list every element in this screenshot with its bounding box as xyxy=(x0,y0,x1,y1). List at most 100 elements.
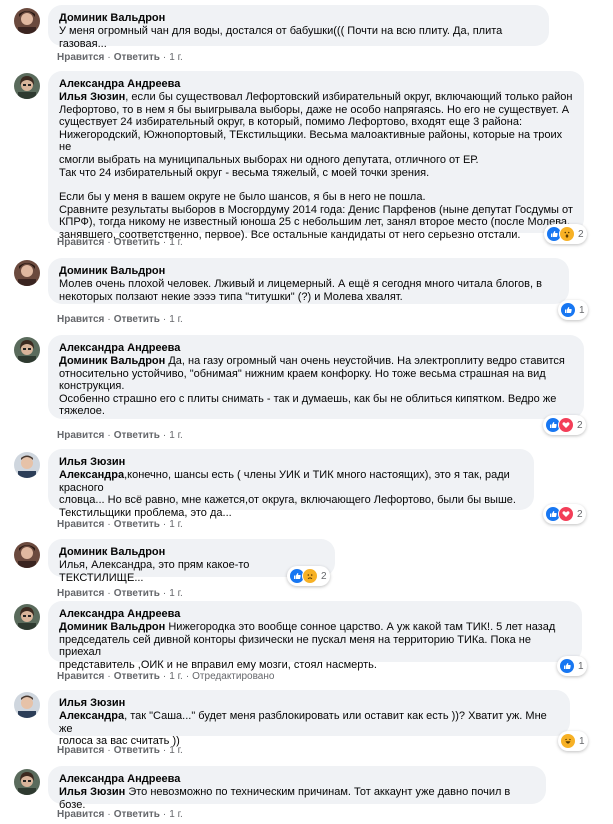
reply-link[interactable]: Ответить xyxy=(114,314,160,325)
like-link[interactable]: Нравится xyxy=(57,430,104,441)
timestamp[interactable]: 1 г. xyxy=(169,237,183,248)
reaction-summary[interactable]: 2 xyxy=(287,566,330,586)
avatar-image-icon xyxy=(14,452,40,478)
comment-author[interactable]: Доминик Вальдрон xyxy=(59,11,538,25)
reaction-summary[interactable]: 2 xyxy=(543,415,586,435)
timestamp[interactable]: 1 г. xyxy=(169,430,183,441)
comment-text: Илья Зюзин, если бы существовал Лефортов… xyxy=(59,91,573,242)
comment-bubble: Александра Андреева Доминик Вальдрон Ниж… xyxy=(48,601,582,671)
comment-text: Александра,конечно, шансы есть ( члены У… xyxy=(59,469,523,519)
avatar[interactable] xyxy=(14,769,40,795)
text-line: Нижегородский, Южнопортовый, ТЕкстильщик… xyxy=(59,128,563,154)
mention[interactable]: Илья Зюзин xyxy=(59,786,125,798)
like-link[interactable]: Нравится xyxy=(57,745,104,756)
comment-author[interactable]: Илья Зюзин xyxy=(59,455,523,469)
comment-author[interactable]: Александра Андреева xyxy=(59,341,573,355)
timestamp[interactable]: 1 г. xyxy=(169,519,183,530)
comment-author[interactable]: Доминик Вальдрон xyxy=(59,264,558,278)
reaction-summary[interactable]: 2 xyxy=(543,504,586,524)
avatar-image-icon xyxy=(14,604,40,630)
reaction-summary[interactable]: 2 xyxy=(544,224,587,244)
mention[interactable]: Доминик Вальдрон xyxy=(59,355,165,367)
reaction-summary[interactable]: 1 xyxy=(558,731,588,751)
avatar-image-icon xyxy=(14,8,40,34)
comment-author[interactable]: Александра Андреева xyxy=(59,772,535,786)
text-line: некоторых ползают некие ээээ типа "титуш… xyxy=(59,290,403,303)
reply-link[interactable]: Ответить xyxy=(114,588,160,599)
text-line: Доминик Вальдрон Нижегородка это вообще … xyxy=(59,621,556,633)
text-line: относительно устойчиво, "обнимая" нижним… xyxy=(59,367,546,380)
edited-label[interactable]: Отредактировано xyxy=(192,671,274,682)
avatar[interactable] xyxy=(14,260,40,286)
avatar[interactable] xyxy=(14,337,40,363)
reaction-summary[interactable]: 1 xyxy=(558,300,588,320)
text-line: конструкция. xyxy=(59,380,125,393)
like-link[interactable]: Нравится xyxy=(57,671,104,682)
like-link[interactable]: Нравится xyxy=(57,519,104,530)
comment-actions: Нравится · Ответить · 1 г. xyxy=(57,314,183,325)
avatar[interactable] xyxy=(14,452,40,478)
haha-reaction-icon xyxy=(560,733,576,749)
mention[interactable]: Александра xyxy=(59,710,124,722)
comment-actions: Нравится · Ответить · 1 г. xyxy=(57,519,183,530)
comment-author[interactable]: Александра Андреева xyxy=(59,607,571,621)
timestamp[interactable]: 1 г. xyxy=(169,314,183,325)
mention[interactable]: Доминик Вальдрон xyxy=(59,621,165,633)
like-link[interactable]: Нравится xyxy=(57,237,104,248)
comment-bubble: Александра Андреева Илья Зюзин Это невоз… xyxy=(48,766,546,811)
avatar-image-icon xyxy=(14,542,40,568)
comment-author[interactable]: Илья Зюзин xyxy=(59,696,559,710)
timestamp[interactable]: 1 г. xyxy=(169,809,183,820)
text-line: словца... Но всё равно, мне кажется,от о… xyxy=(59,494,516,507)
text-line: председатель сей дивной конторы физическ… xyxy=(59,633,531,659)
reaction-count: 2 xyxy=(577,508,583,520)
text-line: Илья Зюзин Это невозможно по техническим… xyxy=(59,786,511,811)
reply-link[interactable]: Ответить xyxy=(114,52,160,63)
reaction-count: 1 xyxy=(579,735,585,747)
comment-actions: Нравится · Ответить · 1 г. xyxy=(57,237,183,248)
sad-reaction-icon xyxy=(302,568,318,584)
comment-author[interactable]: Александра Андреева xyxy=(59,77,573,91)
text-line: Если бы у меня в вашем округе не было ша… xyxy=(59,191,426,204)
avatar[interactable] xyxy=(14,542,40,568)
timestamp[interactable]: 1 г. xyxy=(169,745,183,756)
comment-author[interactable]: Доминик Вальдрон xyxy=(59,545,324,559)
mention[interactable]: Илья Зюзин xyxy=(59,91,125,103)
like-link[interactable]: Нравится xyxy=(57,52,104,63)
comment-bubble: Илья Зюзин Александра,конечно, шансы ест… xyxy=(48,449,534,519)
text-line: Молев очень плохой человек. Лживый и лиц… xyxy=(59,278,542,290)
reply-link[interactable]: Ответить xyxy=(114,745,160,756)
comment-text: Илья, Александра, это прям какое-то ТЕКС… xyxy=(59,559,250,584)
avatar[interactable] xyxy=(14,73,40,99)
timestamp[interactable]: 1 г. xyxy=(169,671,183,682)
reaction-count: 2 xyxy=(321,570,327,582)
text-line: КПРФ), тогда никому не известный юноша 2… xyxy=(59,216,571,229)
text-line: Александра, так "Саша..." будет меня раз… xyxy=(59,710,547,735)
avatar-image-icon xyxy=(14,73,40,99)
comment-text: Молев очень плохой человек. Лживый и лиц… xyxy=(59,278,558,303)
reply-link[interactable]: Ответить xyxy=(114,671,160,682)
text-line: существует 24 избирательный округ, в кот… xyxy=(59,116,523,129)
timestamp[interactable]: 1 г. xyxy=(169,588,183,599)
comment-bubble: Александра Андреева Доминик Вальдрон Да,… xyxy=(48,335,584,419)
mention[interactable]: Александра xyxy=(59,469,124,481)
comment-text: Александра, так "Саша..." будет меня раз… xyxy=(59,710,559,748)
comment-actions: Нравится · Ответить · 1 г. xyxy=(57,745,183,756)
reply-link[interactable]: Ответить xyxy=(114,237,160,248)
reply-link[interactable]: Ответить xyxy=(114,430,160,441)
like-link[interactable]: Нравится xyxy=(57,588,104,599)
avatar[interactable] xyxy=(14,8,40,34)
text-line: Так что 24 избирательный округ - весьма … xyxy=(59,166,430,179)
comment-actions: Нравится · Ответить · 1 г. xyxy=(57,588,183,599)
love-reaction-icon xyxy=(558,506,574,522)
comment-actions: Нравится · Ответить · 1 г. xyxy=(57,809,183,820)
avatar[interactable] xyxy=(14,604,40,630)
avatar-image-icon xyxy=(14,769,40,795)
reply-link[interactable]: Ответить xyxy=(114,519,160,530)
like-link[interactable]: Нравится xyxy=(57,809,104,820)
like-link[interactable]: Нравится xyxy=(57,314,104,325)
timestamp[interactable]: 1 г. xyxy=(169,52,183,63)
reply-link[interactable]: Ответить xyxy=(114,809,160,820)
avatar[interactable] xyxy=(14,692,40,718)
reaction-summary[interactable]: 1 xyxy=(557,656,587,676)
